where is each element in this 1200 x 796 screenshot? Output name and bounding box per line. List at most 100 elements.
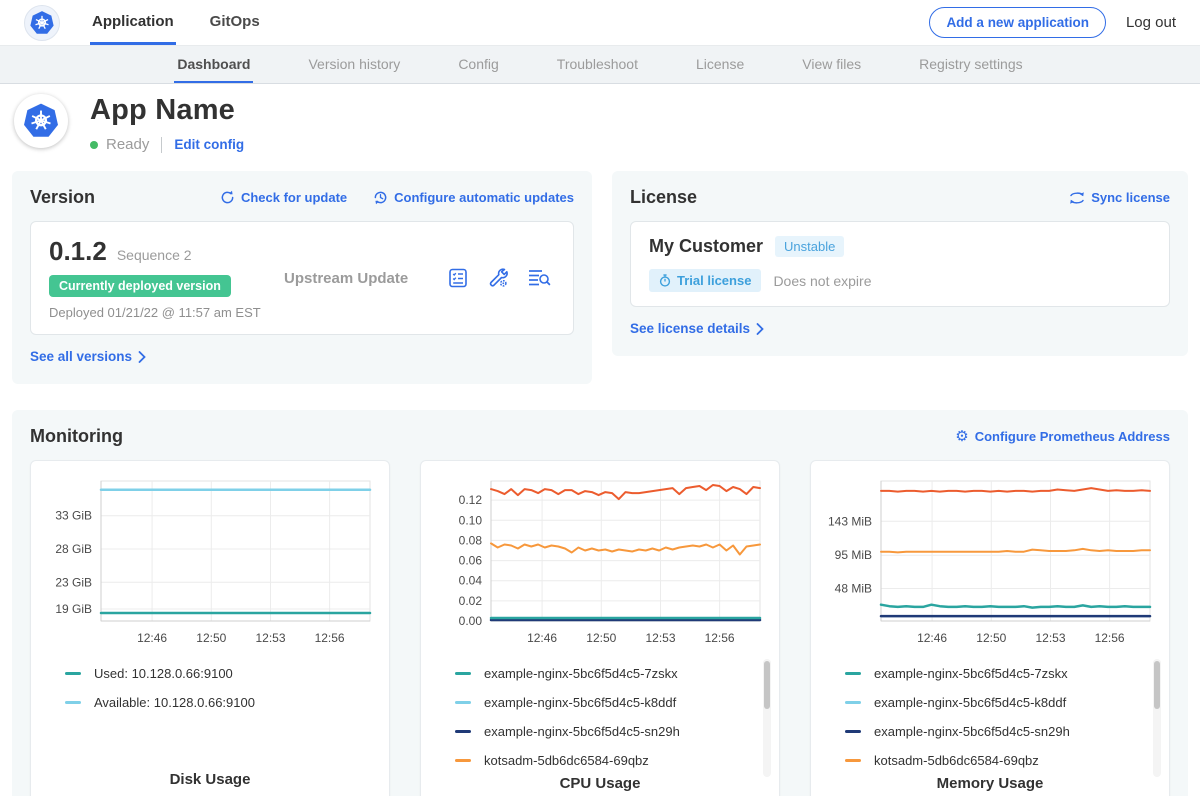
- version-number: 0.1.2: [49, 236, 107, 267]
- svg-text:23 GiB: 23 GiB: [55, 575, 92, 589]
- series-color-dash: [845, 701, 861, 704]
- svg-text:0.10: 0.10: [459, 513, 483, 527]
- kubernetes-logo[interactable]: [24, 5, 60, 41]
- svg-text:12:53: 12:53: [1035, 631, 1065, 645]
- chart-title: Disk Usage: [45, 771, 375, 788]
- series-label: example-nginx-5bc6f5d4c5-7zskx: [484, 666, 678, 681]
- see-license-details-link[interactable]: See license details: [630, 321, 764, 336]
- svg-text:12:53: 12:53: [645, 631, 675, 645]
- monitoring-section: Monitoring ⚙ Configure Prometheus Addres…: [12, 410, 1188, 796]
- tab-dashboard-label: Dashboard: [177, 56, 250, 72]
- page-title: App Name: [90, 94, 244, 127]
- dashboard-cards-row: Version Check for update Configure au: [12, 171, 1188, 384]
- legend-item: Used: 10.128.0.66:9100: [45, 659, 375, 688]
- cpu-usage-legend: example-nginx-5bc6f5d4c5-7zskx example-ng…: [435, 659, 765, 775]
- svg-text:0.04: 0.04: [459, 574, 483, 588]
- tab-registry-settings-label: Registry settings: [919, 56, 1022, 72]
- svg-text:12:53: 12:53: [255, 631, 285, 645]
- app-header: App Name Ready Edit config: [0, 84, 1200, 167]
- cpu-usage-svg: 0.120.100.080.060.040.020.0012:4612:5012…: [435, 473, 765, 655]
- trial-license-badge: Trial license: [649, 269, 761, 292]
- tab-version-history[interactable]: Version history: [305, 46, 403, 83]
- see-all-versions-link[interactable]: See all versions: [30, 349, 146, 364]
- svg-text:0.06: 0.06: [459, 554, 483, 568]
- deploy-logs-button[interactable]: [527, 267, 551, 289]
- series-label: example-nginx-5bc6f5d4c5-k8ddf: [484, 695, 676, 710]
- tab-config[interactable]: Config: [455, 46, 501, 83]
- series-label: example-nginx-5bc6f5d4c5-sn29h: [874, 724, 1070, 739]
- check-for-update-link[interactable]: Check for update: [220, 190, 347, 205]
- series-color-dash: [845, 730, 861, 733]
- legend-scrollbar-thumb[interactable]: [1154, 661, 1160, 709]
- legend-scrollbar-thumb[interactable]: [764, 661, 770, 709]
- series-label: Available: 10.128.0.66:9100: [94, 695, 255, 710]
- topbar-tabs: Application GitOps: [90, 0, 262, 45]
- trial-license-label: Trial license: [677, 273, 751, 288]
- legend-scrollbar[interactable]: [1153, 659, 1161, 777]
- kubernetes-logo-icon: [29, 10, 55, 36]
- legend-item: example-nginx-5bc6f5d4c5-sn29h: [435, 717, 765, 746]
- logout-button[interactable]: Log out: [1126, 14, 1176, 31]
- legend-item: Available: 10.128.0.66:9100: [45, 688, 375, 717]
- tab-dashboard[interactable]: Dashboard: [174, 46, 253, 83]
- version-card: Version Check for update Configure au: [12, 171, 592, 384]
- series-color-dash: [455, 672, 471, 675]
- legend-scrollbar[interactable]: [763, 659, 771, 777]
- series-label: example-nginx-5bc6f5d4c5-k8ddf: [874, 695, 1066, 710]
- memory-usage-svg: 143 MiB95 MiB48 MiB12:4612:5012:5312:56: [825, 473, 1155, 655]
- logs-search-icon: [527, 267, 551, 289]
- chevron-right-icon: [138, 351, 146, 363]
- tab-view-files-label: View files: [802, 56, 861, 72]
- configure-prometheus-label: Configure Prometheus Address: [975, 429, 1170, 444]
- configure-prometheus-link[interactable]: ⚙ Configure Prometheus Address: [955, 429, 1170, 444]
- tab-view-files[interactable]: View files: [799, 46, 864, 83]
- memory-usage-chart: 143 MiB95 MiB48 MiB12:4612:5012:5312:56: [825, 473, 1155, 655]
- app-subnav: Dashboard Version history Config Trouble…: [0, 45, 1200, 84]
- svg-text:95 MiB: 95 MiB: [835, 548, 872, 562]
- sequence-label: Sequence 2: [117, 247, 192, 263]
- tab-version-history-label: Version history: [308, 56, 400, 72]
- svg-text:12:50: 12:50: [976, 631, 1006, 645]
- status-badge: Ready: [106, 136, 149, 153]
- svg-text:0.12: 0.12: [459, 493, 483, 507]
- deployed-timestamp: Deployed 01/21/22 @ 11:57 am EST: [49, 305, 284, 320]
- svg-text:12:56: 12:56: [705, 631, 735, 645]
- tab-troubleshoot[interactable]: Troubleshoot: [554, 46, 641, 83]
- svg-text:0.00: 0.00: [459, 614, 483, 628]
- svg-text:12:50: 12:50: [196, 631, 226, 645]
- tab-gitops[interactable]: GitOps: [208, 0, 262, 45]
- release-notes-button[interactable]: [447, 267, 469, 289]
- legend-item: example-nginx-5bc6f5d4c5-k8ddf: [435, 688, 765, 717]
- disk-usage-legend: Used: 10.128.0.66:9100 Available: 10.128.…: [45, 659, 375, 717]
- tab-application[interactable]: Application: [90, 0, 176, 45]
- svg-text:19 GiB: 19 GiB: [55, 602, 92, 616]
- app-icon: [14, 94, 68, 148]
- legend-item: kotsadm-5db6dc6584-69qbz: [825, 746, 1155, 775]
- series-color-dash: [455, 759, 471, 762]
- chart-title: CPU Usage: [435, 775, 765, 792]
- add-application-button[interactable]: Add a new application: [929, 7, 1106, 38]
- cpu-usage-chart: 0.120.100.080.060.040.020.0012:4612:5012…: [435, 473, 765, 655]
- divider: [161, 137, 162, 153]
- series-label: Used: 10.128.0.66:9100: [94, 666, 233, 681]
- tab-troubleshoot-label: Troubleshoot: [557, 56, 638, 72]
- configure-automatic-updates-link[interactable]: Configure automatic updates: [373, 190, 574, 205]
- svg-text:12:50: 12:50: [586, 631, 616, 645]
- configure-automatic-updates-label: Configure automatic updates: [394, 190, 574, 205]
- svg-text:12:46: 12:46: [917, 631, 947, 645]
- series-color-dash: [455, 701, 471, 704]
- expiry-text: Does not expire: [773, 273, 871, 289]
- edit-config-values-button[interactable]: [486, 266, 510, 290]
- disk-usage-chart: 33 GiB28 GiB23 GiB19 GiB12:4612:5012:531…: [45, 473, 375, 655]
- sync-license-link[interactable]: Sync license: [1069, 190, 1170, 205]
- svg-text:12:46: 12:46: [137, 631, 167, 645]
- disk-usage-card: 33 GiB28 GiB23 GiB19 GiB12:4612:5012:531…: [30, 460, 390, 796]
- tab-application-label: Application: [92, 13, 174, 30]
- tab-registry-settings[interactable]: Registry settings: [916, 46, 1025, 83]
- wrench-gear-icon: [486, 266, 510, 290]
- series-label: kotsadm-5db6dc6584-69qbz: [484, 753, 649, 768]
- topbar-right: Add a new application Log out: [929, 0, 1176, 45]
- sync-arrows-icon: [1069, 191, 1085, 205]
- tab-license[interactable]: License: [693, 46, 747, 83]
- edit-config-link[interactable]: Edit config: [174, 137, 244, 152]
